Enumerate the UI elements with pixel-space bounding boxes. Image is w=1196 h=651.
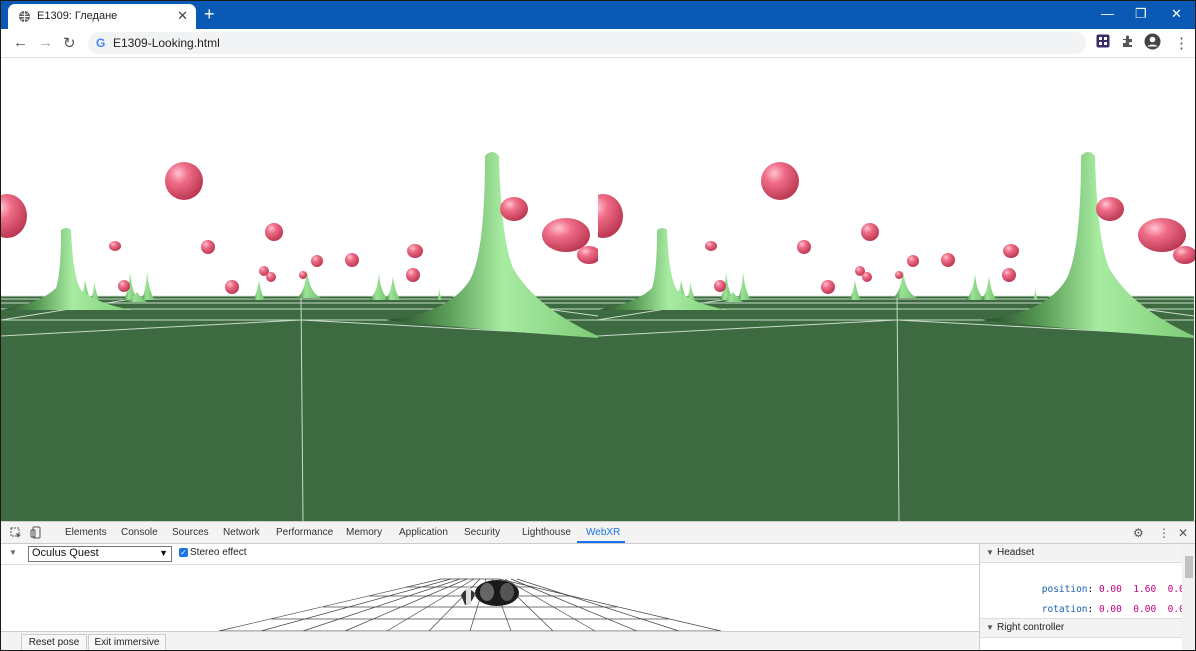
tab-title: E1309: Гледане xyxy=(37,10,118,22)
devtools-close-icon[interactable]: ✕ xyxy=(1178,526,1188,540)
extensions-icon[interactable] xyxy=(1121,34,1135,48)
stereo-effect-checkbox[interactable]: ✓ xyxy=(179,548,188,557)
active-tab-indicator xyxy=(577,541,625,543)
browser-toolbar: ← → ↻ G E1309-Looking.html ⋮ xyxy=(1,29,1195,58)
right-controller-section-header[interactable]: ▼ Right controller xyxy=(980,618,1182,638)
scrollbar-thumb[interactable] xyxy=(1185,556,1193,578)
collapse-icon: ▼ xyxy=(986,623,994,632)
browser-window: E1309: Гледане ✕ + — ❐ ✕ ← → ↻ G E1309-L… xyxy=(0,0,1196,651)
device-toolbar-icon[interactable] xyxy=(30,526,42,539)
back-button[interactable]: ← xyxy=(13,34,28,51)
forward-button[interactable]: → xyxy=(38,34,53,51)
tab-lighthouse[interactable]: Lighthouse xyxy=(522,527,571,538)
tab-elements[interactable]: Elements xyxy=(65,527,107,538)
exit-immersive-button[interactable]: Exit immersive xyxy=(88,634,166,650)
restore-button[interactable]: ❐ xyxy=(1135,6,1147,22)
rotation-value[interactable]: 0.00 0.00 0.00 xyxy=(1099,604,1191,615)
webxr-stereo-viewport[interactable] xyxy=(1,58,1195,521)
emulator-button-bar: Reset pose Exit immersive xyxy=(1,631,979,650)
device-select[interactable]: Oculus Quest ▼ xyxy=(28,546,172,562)
right-controller-title: Right controller xyxy=(997,622,1065,633)
headset-model[interactable] xyxy=(461,580,519,606)
emulator-grid-canvas xyxy=(218,578,722,632)
tab-network[interactable]: Network xyxy=(223,527,260,538)
properties-scrollbar[interactable] xyxy=(1182,544,1195,650)
inspect-element-icon[interactable] xyxy=(10,527,22,539)
device-select-value: Oculus Quest xyxy=(32,547,99,559)
webxr-emulator-panel: ▼ Oculus Quest ▼ ✓ Stereo effect Reset p… xyxy=(1,544,979,650)
devtools-panel: Elements Console Sources Network Perform… xyxy=(1,521,1195,650)
collapse-icon: ▼ xyxy=(986,548,994,557)
minimize-button[interactable]: — xyxy=(1101,6,1114,21)
headset-section-header[interactable]: ▼ Headset xyxy=(980,544,1182,563)
tab-console[interactable]: Console xyxy=(121,527,158,538)
close-window-button[interactable]: ✕ xyxy=(1171,6,1182,22)
address-bar[interactable]: G E1309-Looking.html xyxy=(88,32,1086,54)
browser-tab[interactable]: E1309: Гледане ✕ xyxy=(8,4,196,29)
new-tab-button[interactable]: + xyxy=(204,5,215,23)
tab-performance[interactable]: Performance xyxy=(276,527,333,538)
devtools-more-icon[interactable]: ⋮ xyxy=(1158,526,1170,540)
stereo-effect-label: Stereo effect xyxy=(190,547,247,558)
tab-webxr[interactable]: WebXR xyxy=(586,527,620,538)
headset-title: Headset xyxy=(997,547,1035,558)
rotation-label: rotation xyxy=(1041,604,1088,615)
webxr-extension-icon[interactable] xyxy=(1096,34,1110,48)
browser-menu-icon[interactable]: ⋮ xyxy=(1174,34,1189,52)
url-text: E1309-Looking.html xyxy=(113,36,220,50)
profile-icon[interactable] xyxy=(1144,33,1161,50)
tab-application[interactable]: Application xyxy=(399,527,448,538)
tab-close-button[interactable]: ✕ xyxy=(177,8,188,24)
tab-sources[interactable]: Sources xyxy=(172,527,209,538)
devtools-tab-bar: Elements Console Sources Network Perform… xyxy=(1,522,1195,544)
chevron-down-icon: ▼ xyxy=(159,548,168,558)
device-properties-panel: ▼ Headset position: 0.00 1.60 0.00 rotat… xyxy=(979,544,1195,650)
reset-pose-button[interactable]: Reset pose xyxy=(21,634,87,650)
tab-memory[interactable]: Memory xyxy=(346,527,382,538)
globe-icon xyxy=(19,11,30,22)
collapse-icon[interactable]: ▼ xyxy=(9,548,17,557)
settings-gear-icon[interactable]: ⚙ xyxy=(1133,526,1144,540)
tab-security[interactable]: Security xyxy=(464,527,500,538)
google-icon: G xyxy=(96,36,106,50)
title-bar: E1309: Гледане ✕ + — ❐ ✕ xyxy=(1,1,1195,29)
scene-canvas xyxy=(1,58,1195,521)
reload-button[interactable]: ↻ xyxy=(63,34,76,52)
